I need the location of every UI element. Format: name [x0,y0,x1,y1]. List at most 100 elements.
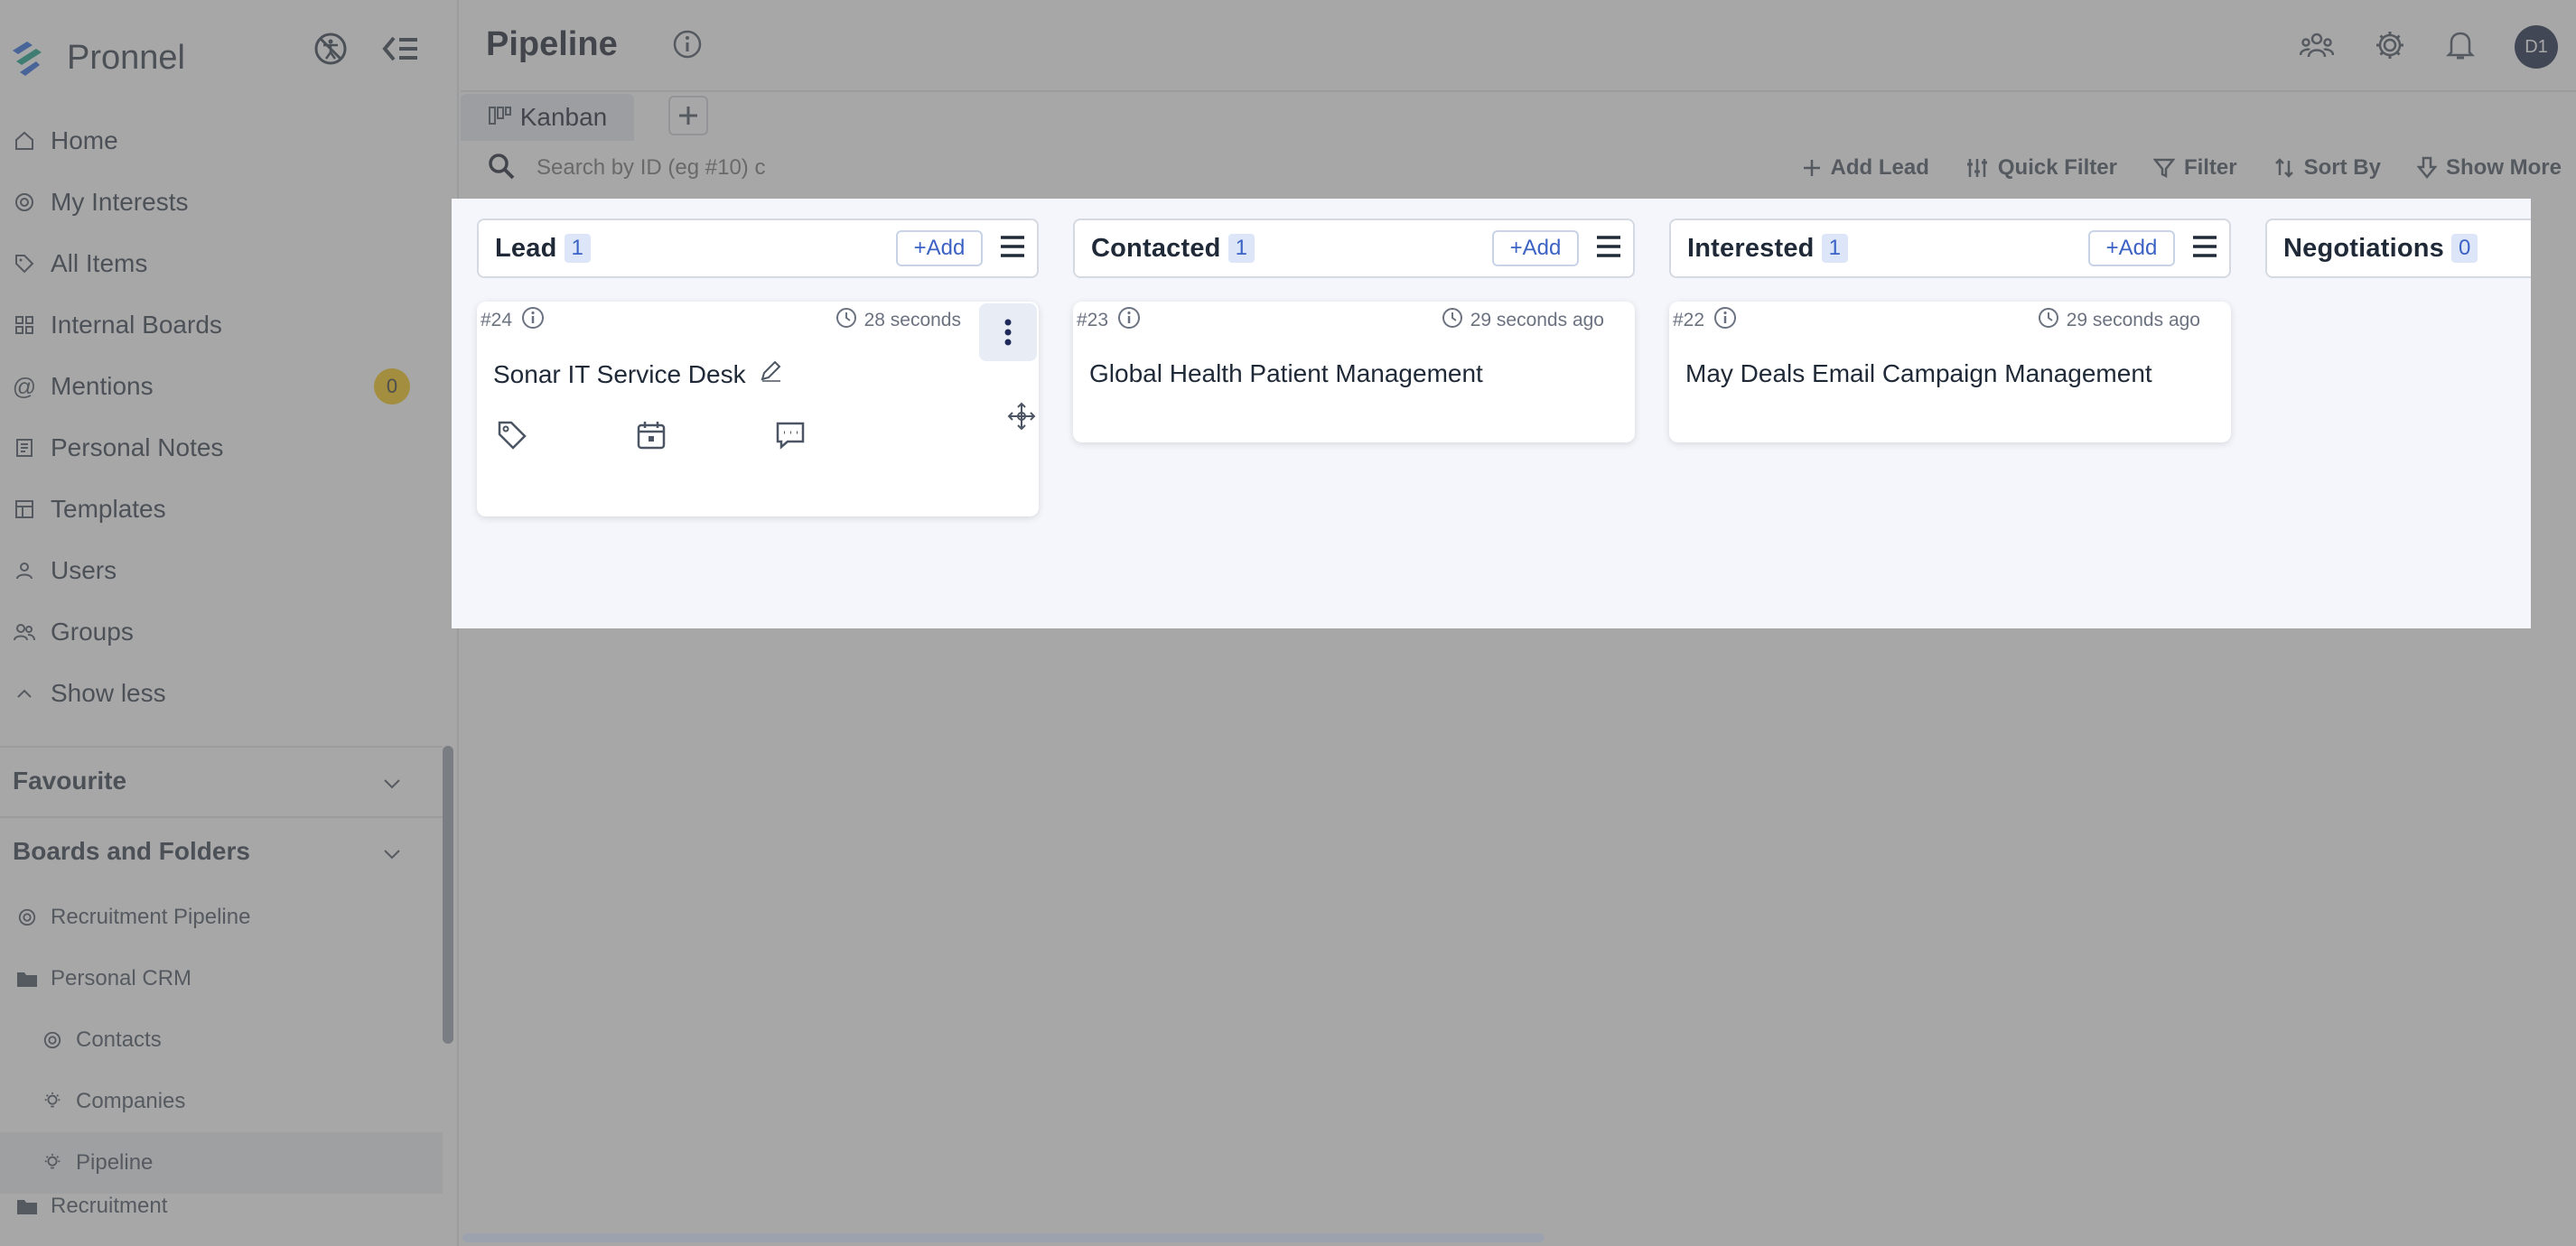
info-icon[interactable] [1713,306,1737,335]
column-count: 1 [1821,234,1848,263]
sort-icon [2274,158,2293,178]
tree-item-companies[interactable]: Companies [0,1071,443,1132]
tree-item-recruitment[interactable]: Recruitment [0,1194,443,1224]
nav-item-my-interests[interactable]: My Interests [0,172,457,233]
collapse-sidebar-icon[interactable] [379,27,423,70]
tree-item-contacts[interactable]: Contacts [0,1009,443,1071]
nav-label: Templates [51,495,166,523]
tag-icon[interactable] [497,420,527,455]
pronnel-logo-icon [13,42,42,76]
column-title: Interested [1687,233,1815,263]
search-input[interactable] [537,155,771,181]
card-23[interactable]: #23 29 seconds ago Global Health Patient… [1073,302,1635,442]
add-lead-button[interactable]: Add Lead [1802,155,1929,181]
add-lead-label: Add Lead [1830,155,1929,180]
tree-label: Pipeline [76,1150,154,1175]
add-item-button[interactable]: +Add [896,230,983,266]
edit-pencil-icon[interactable] [759,359,782,389]
boards-folders-section[interactable]: Boards and Folders [0,816,443,885]
user-icon [11,557,38,584]
nav-label: Mentions [51,372,154,400]
boards-folders-label: Boards and Folders [13,837,250,865]
nav-item-all-items[interactable]: All Items [0,233,457,294]
column-contacted: Contacted 1 +Add #23 29 seconds ago Glob… [1073,219,1635,442]
kebab-icon [1004,319,1012,346]
nav-label: Home [51,126,118,154]
sort-by-button[interactable]: Sort By [2273,155,2381,181]
accessibility-off-icon[interactable] [309,27,352,70]
nav-item-internal-boards[interactable]: Internal Boards [0,294,457,356]
add-view-button[interactable] [668,96,708,135]
card-24[interactable]: #24 28 seconds Sonar IT Service Desk [477,302,1039,516]
show-more-button[interactable]: Show More [2416,155,2562,181]
bulb-icon [40,1089,65,1114]
tab-kanban[interactable]: Kanban [461,94,634,141]
topbar: Pipeline D1 [461,0,2576,92]
card-22[interactable]: #22 29 seconds ago May Deals Email Campa… [1669,302,2231,442]
tree-item-pipeline[interactable]: Pipeline [0,1132,443,1194]
comment-icon[interactable] [775,420,806,455]
column-title: Lead [495,233,557,263]
tree-label: Recruitment [51,1194,168,1218]
group-icon [11,618,38,646]
column-header: Negotiations 0 [2265,219,2531,278]
info-icon[interactable] [521,306,545,335]
sort-by-label: Sort By [2303,155,2381,180]
favourite-section[interactable]: Favourite [0,746,443,814]
show-less-toggle[interactable]: Show less [0,663,457,724]
team-icon[interactable] [2299,30,2335,65]
info-icon[interactable] [672,29,703,64]
home-icon [11,127,38,154]
clock-icon [835,307,857,334]
nav-label: Users [51,556,117,584]
card-title: Sonar IT Service Desk [493,359,746,388]
settings-gear-icon[interactable] [2374,29,2406,66]
column-interested: Interested 1 +Add #22 29 seconds ago May… [1669,219,2231,442]
chevron-up-icon [11,680,38,707]
app-name: Pronnel [67,38,185,77]
sliders-icon [1966,159,1987,177]
at-icon: @ [12,372,37,400]
tree-item-personal-crm[interactable]: Personal CRM [0,948,443,1009]
tag-icon [11,250,38,277]
card-id: #24 [481,310,513,330]
card-time: 29 seconds ago [2066,310,2200,330]
hamburger-menu-icon[interactable] [2191,235,2218,263]
kanban-board: Lead 1 +Add #24 28 seconds Sonar IT Serv… [452,199,2531,628]
hamburger-menu-icon[interactable] [999,235,1026,263]
sidebar-scrollbar[interactable] [443,746,453,1044]
user-avatar[interactable]: D1 [2515,25,2558,69]
nav-item-templates[interactable]: Templates [0,479,457,540]
bell-icon[interactable] [2445,29,2476,66]
add-item-button[interactable]: +Add [2088,230,2175,266]
card-id: #22 [1673,310,1705,330]
card-menu-button[interactable] [979,303,1037,361]
chevron-down-icon [383,767,401,795]
nav-item-personal-notes[interactable]: Personal Notes [0,417,457,479]
nav-item-users[interactable]: Users [0,540,457,601]
tree-label: Contacts [76,1027,162,1052]
tree-label: Companies [76,1089,186,1113]
tree-item-recruitment-pipeline[interactable]: Recruitment Pipeline [0,887,443,948]
bulb-icon [40,1150,65,1176]
calendar-icon[interactable] [636,420,667,455]
nav-item-mentions[interactable]: @ Mentions 0 [0,356,457,417]
column-count: 0 [2451,234,2478,263]
column-count: 1 [564,234,591,263]
nav-label: Show less [51,679,166,707]
quick-filter-button[interactable]: Quick Filter [1965,155,2117,181]
brand[interactable]: Pronnel [9,33,185,83]
target-icon [40,1027,65,1053]
hamburger-menu-icon[interactable] [1595,235,1622,263]
clock-icon [1442,307,1463,334]
filter-button[interactable]: Filter [2152,155,2237,181]
horizontal-scrollbar[interactable] [462,1233,1545,1242]
nav-item-home[interactable]: Home [0,110,457,172]
boards-tree: Recruitment Pipeline Personal CRM Contac… [0,887,443,1224]
column-header: Contacted 1 +Add [1073,219,1635,278]
drag-handle-icon[interactable] [1006,401,1037,436]
add-item-button[interactable]: +Add [1492,230,1579,266]
nav-item-groups[interactable]: Groups [0,601,457,663]
main-area: Pipeline D1 Kanban Add Lead [452,0,2576,1246]
info-icon[interactable] [1117,306,1141,335]
